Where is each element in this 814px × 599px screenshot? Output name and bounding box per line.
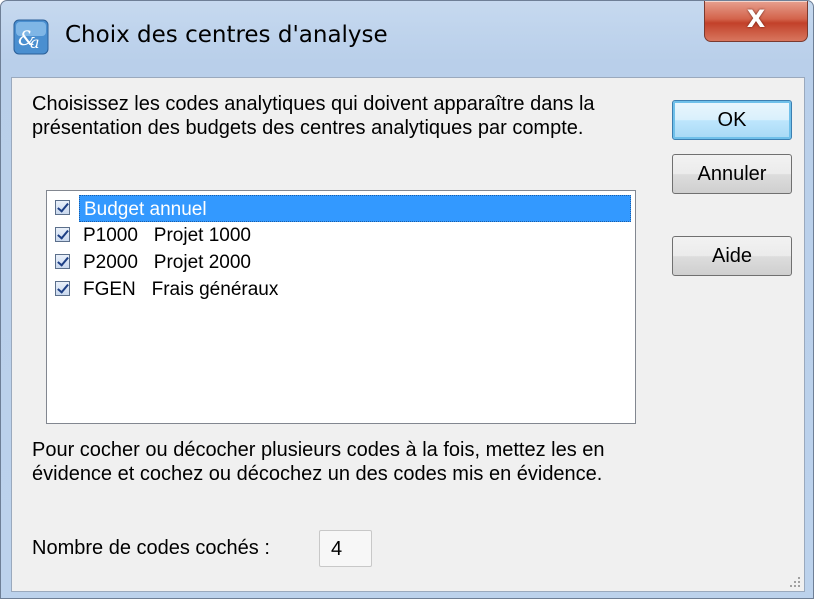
list-item-label: P2000 Projet 2000: [83, 252, 251, 273]
list-item[interactable]: P1000 Projet 1000: [51, 222, 631, 249]
dialog-window: & a Choix des centres d'analyse X Choisi…: [0, 0, 814, 599]
list-item[interactable]: FGEN Frais généraux: [51, 276, 631, 303]
resize-grip-icon[interactable]: [787, 574, 801, 588]
codes-listbox[interactable]: Budget annuel P1000 Projet 1000 P2000 Pr…: [46, 190, 636, 424]
cancel-button[interactable]: Annuler: [672, 154, 792, 194]
svg-text:a: a: [30, 33, 40, 52]
checkbox[interactable]: [55, 254, 70, 269]
help-button[interactable]: Aide: [672, 236, 792, 276]
list-item[interactable]: P2000 Projet 2000: [51, 249, 631, 276]
window-title: Choix des centres d'analyse: [65, 22, 388, 48]
checked-count-label: Nombre de codes cochés :: [32, 537, 270, 559]
list-item-label: Budget annuel: [79, 195, 631, 222]
help-text: Pour cocher ou décocher plusieurs codes …: [32, 439, 605, 485]
close-icon: X: [746, 5, 766, 33]
close-button[interactable]: X: [704, 1, 808, 42]
ok-button[interactable]: OK: [672, 100, 792, 140]
app-icon: & a: [13, 19, 49, 55]
dialog-content: Choisissez les codes analytiques qui doi…: [11, 77, 805, 592]
checkbox[interactable]: [55, 281, 70, 296]
title-bar[interactable]: & a Choix des centres d'analyse X: [1, 1, 813, 75]
checked-count-field: 4: [319, 530, 372, 567]
checkbox[interactable]: [55, 200, 70, 215]
checkbox[interactable]: [55, 227, 70, 242]
list-item-label: P1000 Projet 1000: [83, 225, 251, 246]
list-item[interactable]: Budget annuel: [51, 195, 631, 222]
list-item-label: FGEN Frais généraux: [83, 279, 279, 300]
instructions-text: Choisissez les codes analytiques qui doi…: [32, 93, 595, 139]
